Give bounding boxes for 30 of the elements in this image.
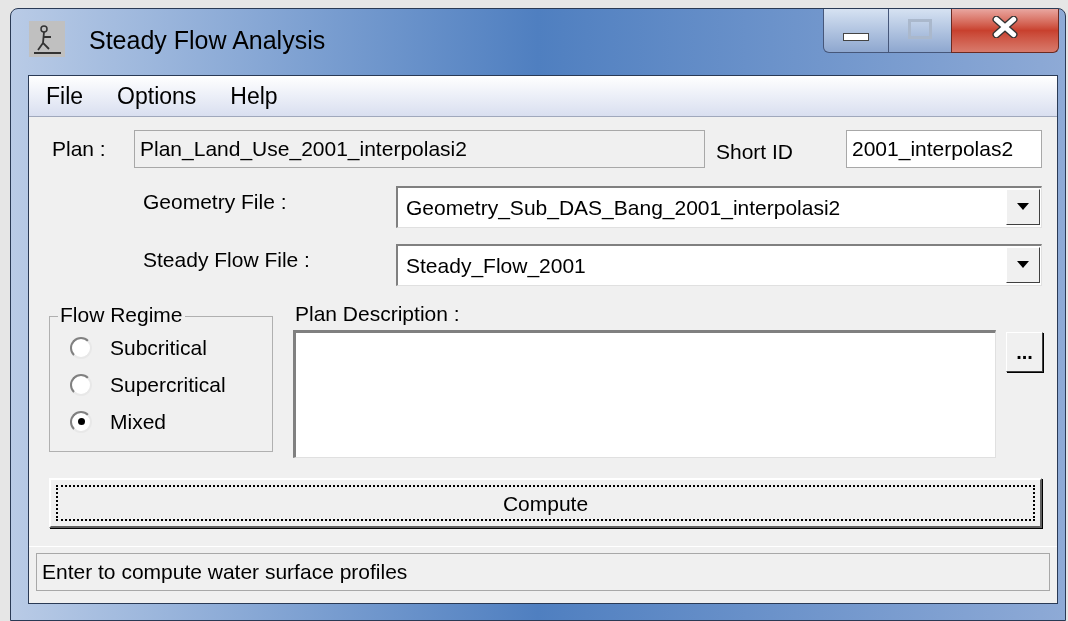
short-id-label: Short ID <box>716 139 795 166</box>
field-label: Steady Flow File : <box>143 247 311 274</box>
menu-item[interactable]: Options <box>117 81 197 110</box>
minimize-button[interactable] <box>823 9 889 53</box>
dropdown[interactable]: Geometry_Sub_DAS_Bang_2001_interpolasi2 <box>396 185 1042 228</box>
status-bar: Enter to compute water surface profiles <box>36 552 1050 591</box>
maximize-icon <box>908 18 932 39</box>
radio-option[interactable]: Mixed <box>70 408 272 435</box>
maximize-button[interactable] <box>889 9 951 53</box>
plan-field: Plan_Land_Use_2001_interpolasi2 <box>134 129 705 168</box>
field-label: Geometry File : <box>143 189 288 216</box>
compute-button[interactable]: Compute <box>49 477 1042 528</box>
short-id-field[interactable]: 2001_interpolas2 <box>846 129 1042 168</box>
plan-description-label: Plan Description : <box>295 301 461 326</box>
dropdown[interactable]: Steady_Flow_2001 <box>396 243 1042 286</box>
close-icon <box>992 15 1018 38</box>
window-title: Steady Flow Analysis <box>89 25 326 55</box>
browse-button[interactable]: ... <box>1006 331 1043 372</box>
minimize-icon <box>843 32 869 41</box>
radio-button[interactable] <box>70 410 92 433</box>
radio-option[interactable]: Supercritical <box>70 371 272 398</box>
app-icon <box>29 21 65 57</box>
menu-item[interactable]: File <box>46 81 84 110</box>
radio-button[interactable] <box>70 336 92 359</box>
radio-option[interactable]: Subcritical <box>70 334 272 361</box>
plan-label: Plan : <box>52 136 107 163</box>
radio-button[interactable] <box>70 373 92 396</box>
menu-item[interactable]: Help <box>230 81 278 110</box>
close-button[interactable] <box>951 9 1059 53</box>
plan-description-field[interactable] <box>293 329 996 458</box>
